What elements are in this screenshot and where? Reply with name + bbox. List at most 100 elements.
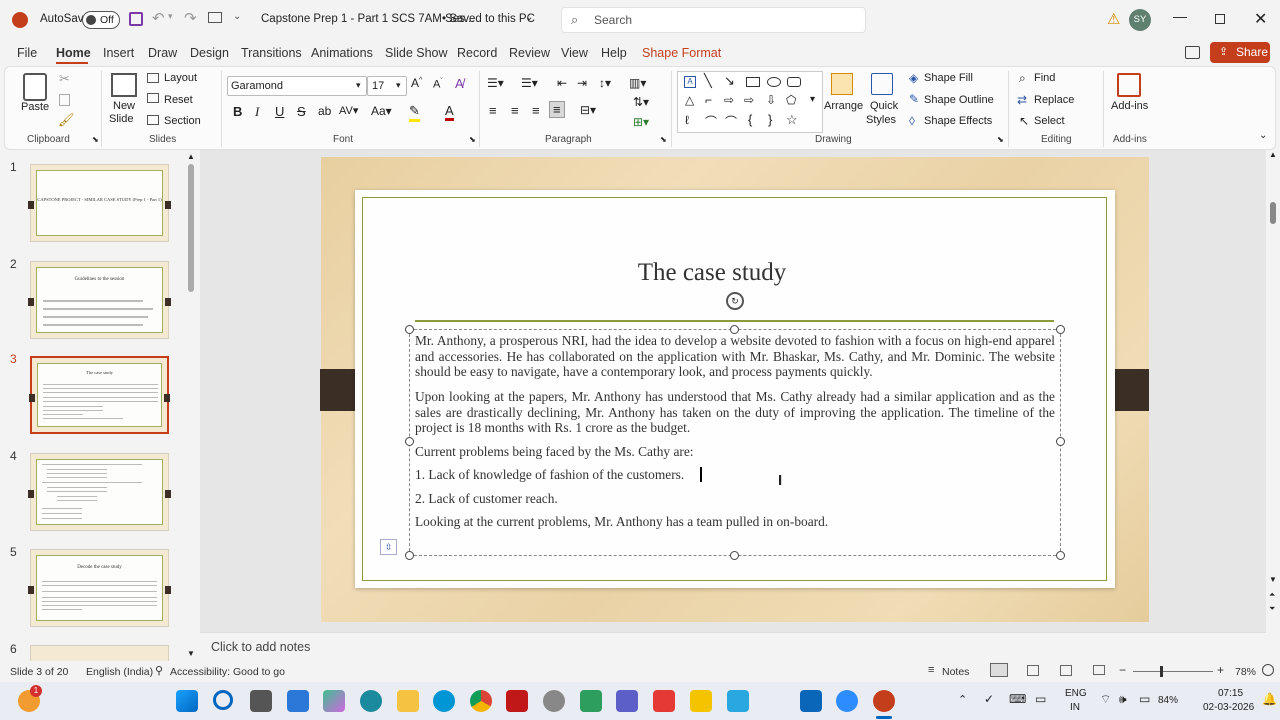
find-button[interactable]: Find <box>1034 72 1055 84</box>
arrow-shape-icon[interactable]: ↘ <box>724 73 735 89</box>
resize-handle-bl[interactable] <box>405 551 414 560</box>
scroll-down-icon[interactable]: ▼ <box>1269 575 1277 584</box>
language-line-2[interactable]: IN <box>1070 702 1080 713</box>
tab-transitions[interactable]: Transitions <box>241 46 302 60</box>
battery-icon[interactable]: ▭ <box>1139 692 1150 706</box>
freeform-shape-icon[interactable]: ℓ <box>685 113 689 127</box>
close-icon[interactable]: ✕ <box>1254 9 1267 29</box>
language-status[interactable]: English (India) <box>86 666 153 678</box>
bullets-icon[interactable]: ☰▾ <box>487 76 504 90</box>
reading-view-icon[interactable] <box>1060 665 1072 676</box>
resize-handle-tl[interactable] <box>405 325 414 334</box>
file-explorer-icon[interactable] <box>397 690 419 712</box>
shape-fill-button[interactable]: Shape Fill <box>924 72 973 84</box>
decrease-indent-icon[interactable]: ⇤ <box>557 76 567 90</box>
quick-styles-button[interactable]: Quick <box>870 100 898 112</box>
align-center-icon[interactable]: ≡ <box>511 103 519 118</box>
start-icon[interactable] <box>176 690 198 712</box>
copilot-icon[interactable] <box>323 690 345 712</box>
justify-icon[interactable]: ≡ <box>549 101 565 118</box>
customize-qat-icon[interactable]: ⌄ <box>233 11 241 22</box>
add-ins-icon[interactable] <box>1117 73 1141 97</box>
resize-handle-tr[interactable] <box>1056 325 1065 334</box>
slide-thumbnail-5[interactable]: Decode the case study <box>28 549 171 627</box>
undo-icon[interactable]: ↶ <box>152 9 165 27</box>
save-status[interactable]: • Saved to this PC <box>442 13 535 25</box>
vscode-icon[interactable] <box>800 690 822 712</box>
slide-thumbnail-4[interactable] <box>28 453 171 531</box>
quick-styles-icon[interactable] <box>871 73 893 95</box>
thumbnail-scrollbar[interactable]: ▲ ▼ <box>186 152 196 662</box>
normal-view-icon[interactable] <box>990 663 1008 677</box>
strikethrough-icon[interactable]: S <box>297 104 306 119</box>
present-icon[interactable] <box>208 12 222 23</box>
change-case-icon[interactable]: Aa▾ <box>371 104 392 118</box>
keyboard-tray-icon[interactable]: ⌨ <box>1009 692 1026 706</box>
triangle-shape-icon[interactable]: △ <box>685 93 694 107</box>
dialog-launcher-icon[interactable]: ⬊ <box>469 135 476 144</box>
resize-handle-br[interactable] <box>1056 551 1065 560</box>
connector-shape-icon[interactable]: ⌐ <box>705 93 712 107</box>
language-line-1[interactable]: ENG <box>1065 688 1087 699</box>
font-color-icon[interactable]: A <box>445 103 454 121</box>
hp-icon[interactable] <box>433 690 455 712</box>
scroll-thumb[interactable] <box>1270 202 1276 224</box>
right-arrow-shape-icon[interactable]: ⇨ <box>724 93 734 107</box>
smartart-icon[interactable]: ⊞▾ <box>633 115 649 129</box>
scroll-up-icon[interactable]: ▲ <box>187 152 195 161</box>
comments-icon[interactable] <box>1185 46 1200 59</box>
font-size-box[interactable]: 17 ▾ <box>367 76 407 96</box>
dialog-launcher-icon[interactable]: ⬊ <box>660 135 667 144</box>
search-box[interactable]: ⌕ Search <box>561 7 866 33</box>
notes-pane[interactable]: Click to add notes <box>200 632 1266 660</box>
body-paragraph-4[interactable]: 1. Lack of knowledge of fashion of the c… <box>415 467 1055 483</box>
text-shadow-icon[interactable]: ab <box>318 104 331 118</box>
shape-outline-button[interactable]: Shape Outline <box>924 94 994 106</box>
zoom-slider-thumb[interactable] <box>1160 666 1163 677</box>
quick-styles-button-2[interactable]: Styles <box>866 114 896 126</box>
zoom-slider[interactable] <box>1133 666 1213 677</box>
slide-thumbnail-1[interactable]: CAPSTONE PROJECT - SIMILAR CASE STUDY (P… <box>28 164 171 242</box>
restore-icon[interactable] <box>1215 14 1225 24</box>
columns-icon[interactable]: ▥▾ <box>629 76 646 90</box>
shape-effects-button[interactable]: Shape Effects <box>924 115 992 127</box>
add-ins-button[interactable]: Add-ins <box>1111 100 1148 112</box>
teams-icon[interactable] <box>616 690 638 712</box>
arrange-icon[interactable] <box>831 73 853 95</box>
resize-handle-ml[interactable] <box>405 437 414 446</box>
rounded-rectangle-shape-icon[interactable] <box>787 77 801 87</box>
arrange-button[interactable]: Arrange <box>824 100 863 112</box>
new-slide-button-2[interactable]: Slide <box>109 113 133 125</box>
slide-sorter-icon[interactable] <box>1027 665 1039 676</box>
highlight-icon[interactable]: ✎ <box>409 103 420 122</box>
canvas-scrollbar[interactable]: ▲ ▼ ⏶ ⏷ <box>1266 150 1280 632</box>
redo-icon[interactable]: ↷ <box>184 9 197 27</box>
edge-icon[interactable] <box>360 690 382 712</box>
search-taskbar-icon[interactable] <box>213 690 233 710</box>
tab-shape-format[interactable]: Shape Format <box>642 46 721 60</box>
resize-handle-mr[interactable] <box>1056 437 1065 446</box>
clock-date[interactable]: 02-03-2026 <box>1203 702 1254 713</box>
clock-time[interactable]: 07:15 <box>1218 688 1243 699</box>
tab-insert[interactable]: Insert <box>103 46 134 60</box>
clear-formatting-icon[interactable]: A̸ <box>455 76 464 91</box>
powerpoint-taskbar-icon[interactable] <box>873 690 895 712</box>
tab-help[interactable]: Help <box>601 46 627 60</box>
notes-placeholder[interactable]: Click to add notes <box>211 640 310 654</box>
next-slide-icon[interactable]: ⏷ <box>1269 604 1275 614</box>
body-paragraph-5[interactable]: 2. Lack of customer reach. <box>415 491 1055 507</box>
rectangle-shape-icon[interactable] <box>746 77 760 87</box>
notes-button[interactable]: Notes <box>942 666 969 678</box>
line-shape-icon[interactable]: ╲ <box>704 73 712 89</box>
tab-draw[interactable]: Draw <box>148 46 177 60</box>
notifications-bell-icon[interactable]: 🔔 <box>1262 692 1277 706</box>
format-painter-icon[interactable]: 🖌 <box>58 112 75 128</box>
scroll-down-icon[interactable]: ▼ <box>187 649 195 658</box>
right-arrow-2-shape-icon[interactable]: ⇨ <box>744 93 754 107</box>
tab-animations[interactable]: Animations <box>311 46 373 60</box>
down-arrow-shape-icon[interactable]: ⇩ <box>766 93 776 107</box>
zoom-level[interactable]: 78% <box>1235 666 1256 678</box>
fit-to-window-icon[interactable] <box>1262 664 1274 676</box>
copy-icon[interactable] <box>59 94 70 106</box>
tab-slide-show[interactable]: Slide Show <box>385 46 448 60</box>
